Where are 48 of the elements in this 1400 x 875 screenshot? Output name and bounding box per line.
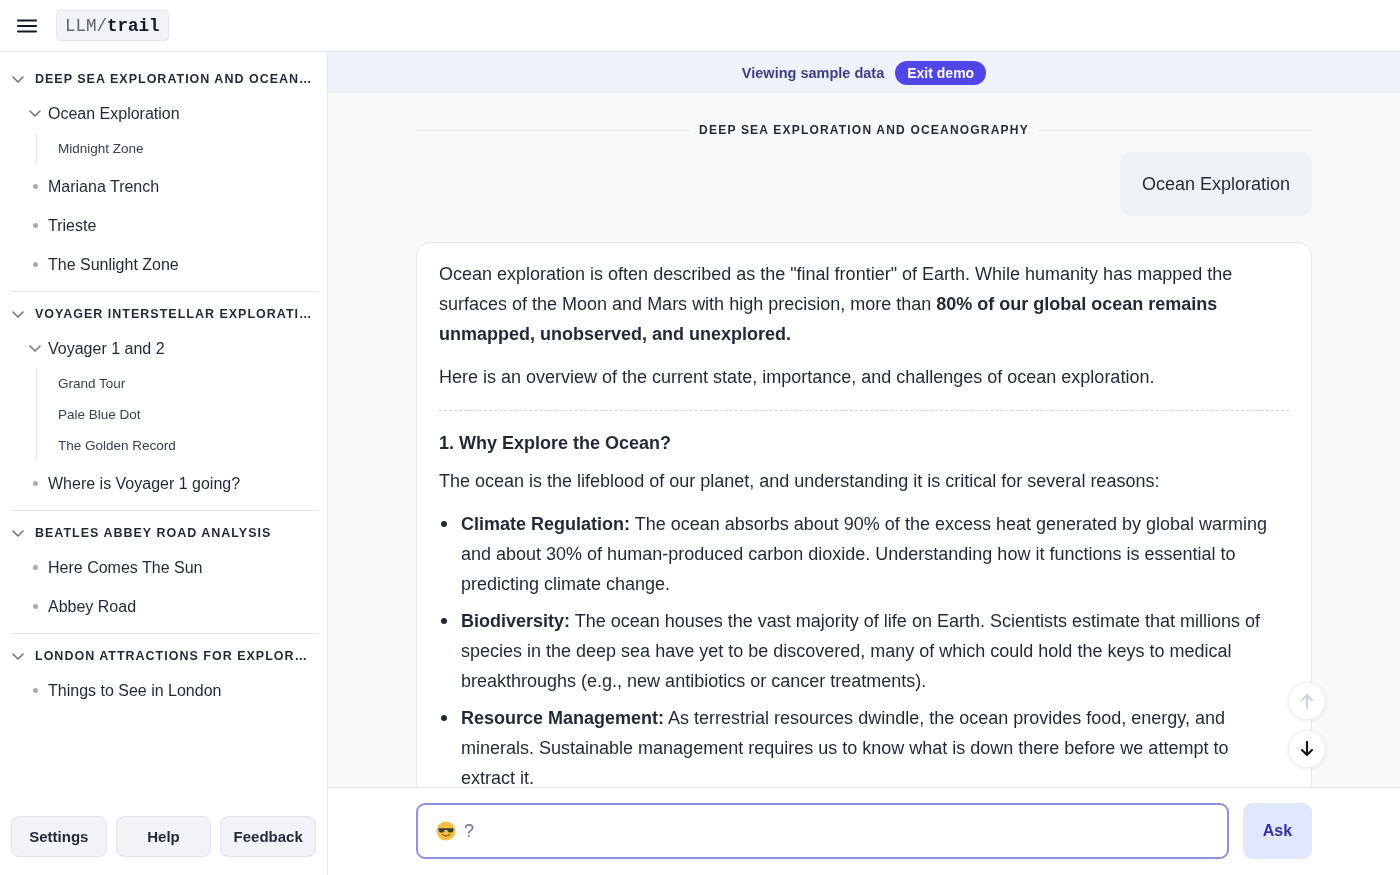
tree-item[interactable]: The Sunlight Zone: [11, 245, 319, 284]
logo: LLM/trail: [56, 10, 169, 41]
list-item: Biodiversity: The ocean houses the vast majority of life on Earth. Scientists estimate that millions of species in the deep sea have yet to be discovered, many of which could hold the keys to medical breakthroughs (e.g., new antibiotics or cancer treatments).: [461, 610, 1262, 693]
tree-item[interactable]: Grand Tour: [58, 368, 126, 399]
sample-data-notice: Viewing sample data: [741, 64, 885, 81]
bullet-icon: [441, 521, 447, 527]
answer-paragraph: Ocean exploration is often described as the "final frontier" of Earth. While humanity has mapped the surfaces of the Moon and Mars with high precision, more than 80% of our global ocean remains unmapped, unobserved, and unexplored.: [439, 263, 1234, 346]
tree-item[interactable]: Voyager 1 and 2: [11, 329, 319, 368]
question-field[interactable]: ?: [416, 803, 1229, 859]
dot-icon: [32, 565, 38, 570]
tree-item[interactable]: Mariana Trench: [11, 167, 319, 206]
settings-button[interactable]: Settings: [11, 816, 107, 857]
tree-item[interactable]: Trieste: [11, 206, 319, 245]
tree-item[interactable]: Ocean Exploration: [11, 94, 319, 133]
bullet-icon: [441, 715, 447, 721]
list-item: Climate Regulation: The ocean absorbs about 90% of the excess heat generated by global warming and about 30% of human-produced carbon dioxide. Understanding how it functions is essential to predicting climate change.: [461, 513, 1269, 596]
section-header[interactable]: VOYAGER INTERSTELLAR EXPLORATI…: [11, 299, 319, 329]
tree-item[interactable]: Pale Blue Dot: [58, 399, 141, 430]
tree-item[interactable]: Where is Voyager 1 going?: [11, 464, 319, 503]
section-header[interactable]: DEEP SEA EXPLORATION AND OCEAN…: [11, 64, 319, 94]
dot-icon: [32, 604, 38, 609]
tree-item[interactable]: The Golden Record: [58, 430, 176, 461]
section-header[interactable]: BEATLES ABBEY ROAD ANALYSIS: [11, 518, 319, 548]
dot-icon: [32, 688, 38, 693]
help-button[interactable]: Help: [115, 816, 212, 857]
menu-icon[interactable]: [17, 18, 37, 33]
topic-heading: DEEP SEA EXPLORATION AND OCEANOGRAPHY: [699, 123, 1029, 137]
answer-heading: 1. Why Explore the Ocean?: [439, 432, 673, 455]
dot-icon: [32, 262, 38, 267]
section-header[interactable]: LONDON ATTRACTIONS FOR EXPLOR…: [11, 641, 319, 671]
tree-item[interactable]: Here Comes The Sun: [11, 548, 319, 587]
tree-item[interactable]: Midnight Zone: [58, 133, 144, 164]
arrow-up-icon: [1300, 693, 1314, 709]
bullet-icon: [441, 618, 447, 624]
dot-icon: [32, 481, 38, 486]
dot-icon: [32, 184, 38, 189]
question-bubble: Ocean Exploration: [1119, 152, 1312, 216]
dot-icon: [32, 223, 38, 228]
list-item: Resource Management: As terrestrial resources dwindle, the ocean provides food, energy, and minerals. Sustainable management requires us to know what is down there before we attempt to extract it.: [461, 707, 1230, 787]
ask-button[interactable]: Ask: [1243, 803, 1312, 859]
feedback-button[interactable]: Feedback: [220, 816, 316, 857]
exit-demo-button[interactable]: Exit demo: [895, 60, 987, 85]
arrow-down-icon: [1300, 741, 1314, 757]
tree-item[interactable]: Abbey Road: [11, 587, 319, 626]
answer-paragraph: Here is an overview of the current state, importance, and challenges of ocean exploration.: [439, 366, 1156, 389]
sunglasses-face-icon: [436, 821, 456, 841]
tree-item[interactable]: Things to See in London: [11, 671, 319, 710]
answer-paragraph: The ocean is the lifeblood of our planet, and understanding it is critical for several reasons:: [439, 470, 1161, 493]
